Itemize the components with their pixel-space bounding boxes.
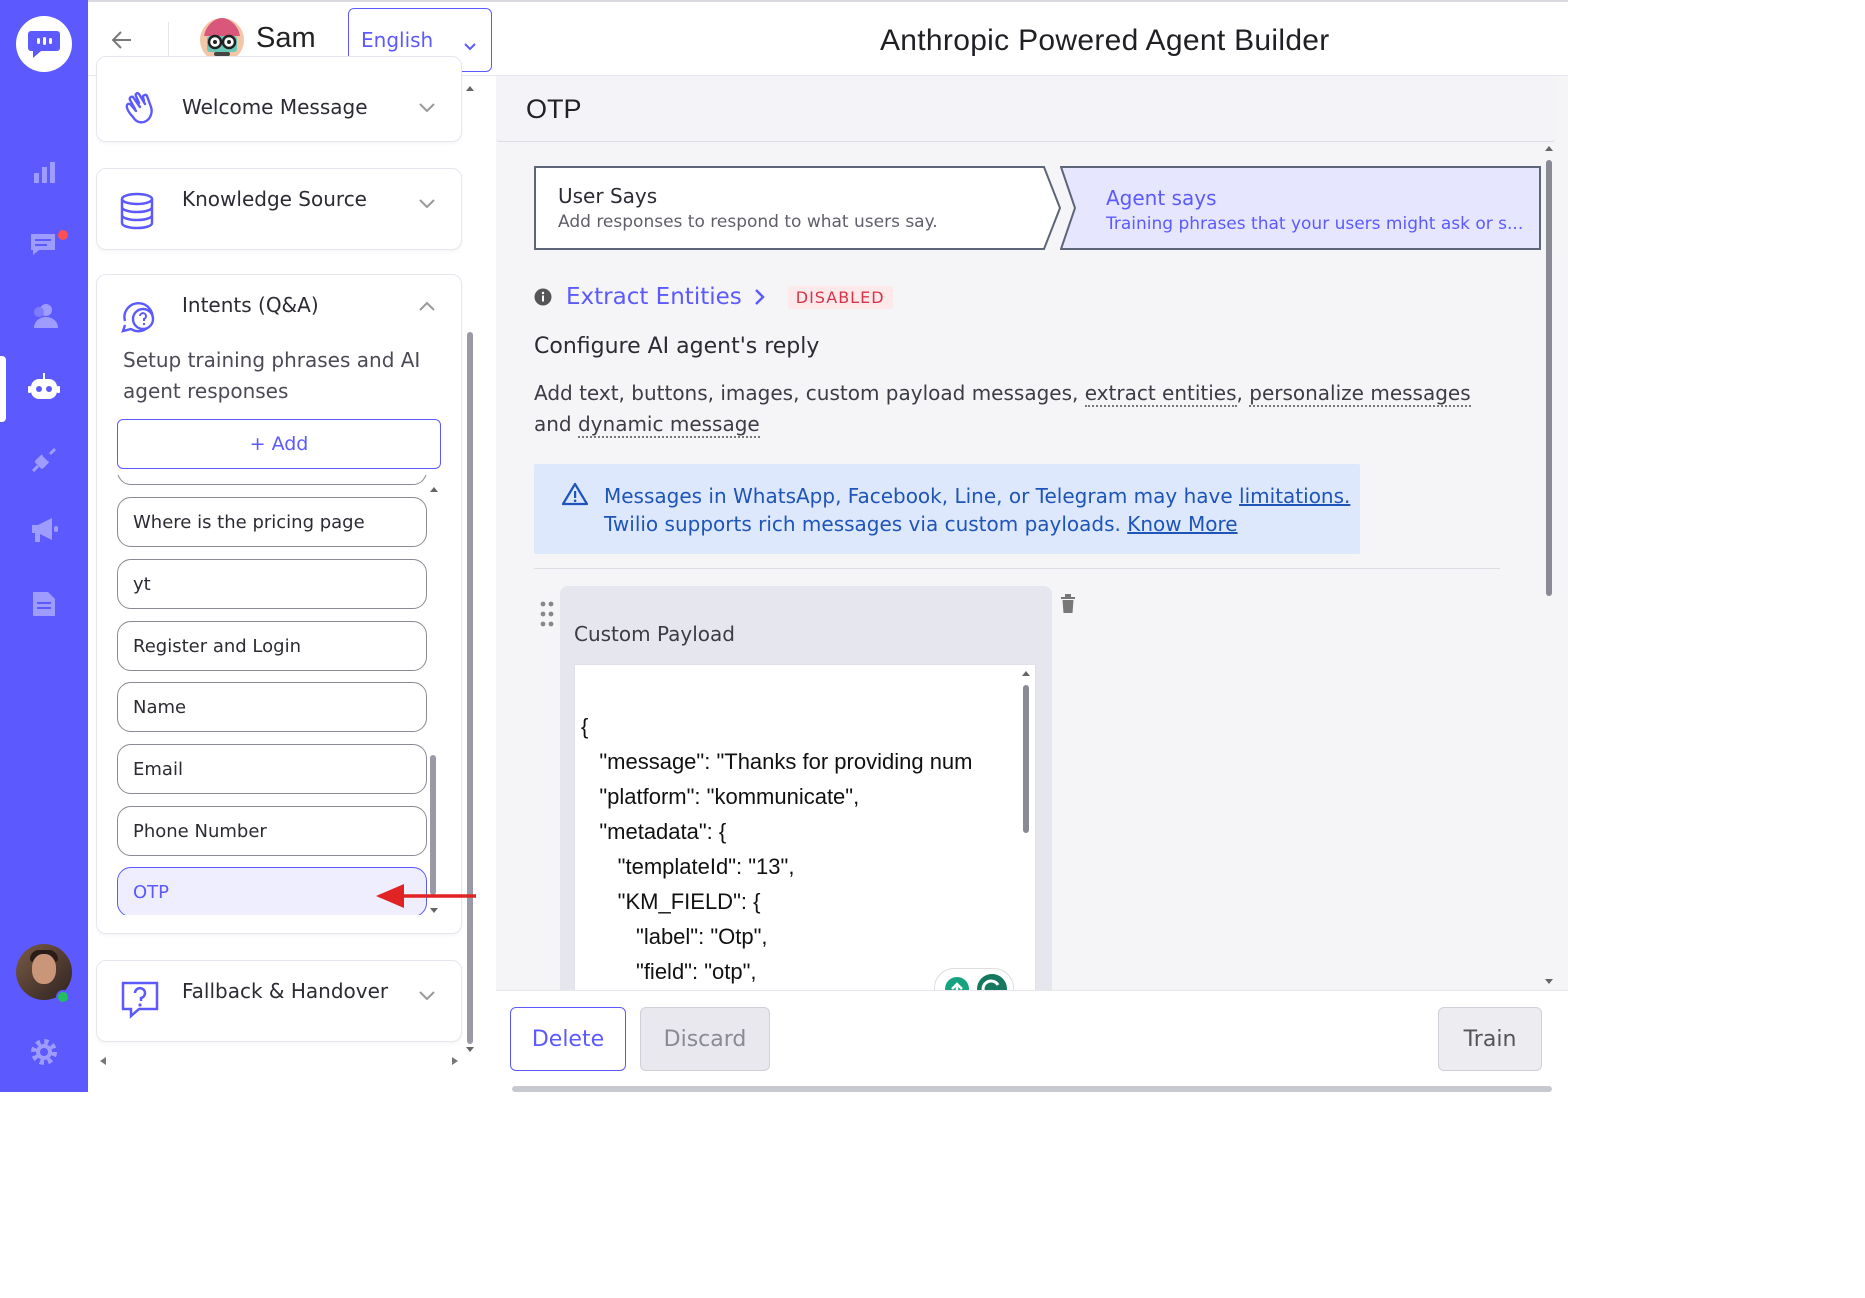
intent-item[interactable]: yt bbox=[117, 559, 427, 609]
extract-entities-help-link[interactable]: extract entities bbox=[1084, 381, 1237, 407]
language-value: English bbox=[361, 28, 434, 52]
analytics-icon[interactable] bbox=[28, 156, 60, 188]
annotation-arrow-icon bbox=[376, 884, 476, 908]
reply-sep: and bbox=[534, 412, 578, 436]
chevron-down-icon[interactable] bbox=[417, 987, 437, 1007]
chevron-down-icon[interactable] bbox=[417, 99, 437, 119]
custom-payload-label: Custom Payload bbox=[574, 622, 735, 646]
campaigns-icon[interactable] bbox=[28, 514, 60, 546]
horizontal-scrollbar[interactable] bbox=[512, 1086, 1552, 1092]
drag-handle-icon[interactable] bbox=[540, 600, 554, 634]
intent-editor: OTP User Says Add responses to respond t… bbox=[496, 76, 1568, 1092]
wave-hand-icon bbox=[119, 87, 163, 131]
back-arrow-icon[interactable] bbox=[108, 26, 136, 54]
reply-description: Add text, buttons, images, custom payloa… bbox=[534, 378, 1494, 440]
chevron-down-icon bbox=[463, 33, 477, 57]
tab-user-says[interactable]: User Says Add responses to respond to wh… bbox=[534, 166, 1062, 250]
bot-icon[interactable] bbox=[28, 372, 60, 404]
active-nav-indicator bbox=[0, 356, 6, 422]
help-chat-icon bbox=[119, 979, 163, 1023]
info-icon bbox=[534, 288, 552, 306]
extract-entities-link[interactable]: Extract Entities bbox=[566, 284, 742, 310]
tab-user-says-title: User Says bbox=[558, 184, 658, 208]
editor-scrollbar[interactable] bbox=[1542, 144, 1556, 994]
fallback-title: Fallback & Handover bbox=[182, 979, 389, 1003]
intent-item-partial[interactable] bbox=[117, 475, 427, 485]
intent-list-scrollbar[interactable] bbox=[429, 485, 438, 915]
question-chat-icon bbox=[119, 295, 163, 339]
dynamic-message-link[interactable]: dynamic message bbox=[577, 412, 760, 438]
notice-line-2: Twilio supports rich messages via custom… bbox=[604, 512, 1128, 536]
welcome-message-title: Welcome Message bbox=[182, 95, 368, 119]
delete-button[interactable]: Delete bbox=[510, 1007, 626, 1071]
scrollbar-thumb[interactable] bbox=[430, 755, 436, 895]
tab-agent-says[interactable]: Agent says Training phrases that your us… bbox=[1060, 166, 1542, 250]
integrations-icon[interactable] bbox=[28, 444, 60, 476]
welcome-message-card[interactable]: Welcome Message bbox=[96, 56, 462, 142]
platform-notice: Messages in WhatsApp, Facebook, Line, or… bbox=[534, 464, 1360, 554]
intents-title: Intents (Q&A) bbox=[182, 293, 319, 317]
editor-footer: Delete Discard Train bbox=[496, 990, 1568, 1092]
scroll-left-arrow-icon[interactable] bbox=[98, 1056, 108, 1066]
online-status-dot bbox=[56, 990, 70, 1004]
reply-text: Add text, buttons, images, custom payloa… bbox=[534, 381, 1085, 405]
bot-name: Sam bbox=[256, 22, 316, 54]
extract-entities-row: Extract Entities DISABLED bbox=[534, 282, 893, 312]
intent-list: Where is the pricing page yt Register an… bbox=[117, 475, 441, 915]
page-title: Anthropic Powered Agent Builder bbox=[880, 24, 1330, 57]
payload-code: { "message": "Thanks for providing num "… bbox=[581, 714, 973, 984]
settings-icon[interactable] bbox=[28, 1036, 60, 1068]
knowledge-source-card[interactable]: Knowledge Source bbox=[96, 168, 462, 250]
notice-line-1: Messages in WhatsApp, Facebook, Line, or… bbox=[604, 484, 1240, 508]
notification-dot bbox=[58, 230, 68, 240]
intents-description: Setup training phrases and AI agent resp… bbox=[123, 348, 421, 403]
warning-icon bbox=[562, 482, 588, 506]
train-button[interactable]: Train bbox=[1438, 1007, 1542, 1071]
knowledge-source-title: Knowledge Source bbox=[182, 187, 367, 211]
chevron-down-icon[interactable] bbox=[417, 195, 437, 215]
editor-header: OTP bbox=[496, 76, 1556, 142]
chevron-up-icon[interactable] bbox=[417, 297, 437, 317]
reply-sep: , bbox=[1236, 381, 1250, 405]
scrollbar-thumb[interactable] bbox=[1023, 685, 1029, 833]
scrollbar-thumb[interactable] bbox=[467, 332, 473, 1044]
sections-scrollbar[interactable] bbox=[464, 84, 476, 1056]
intent-title: OTP bbox=[526, 94, 582, 124]
users-icon[interactable] bbox=[28, 300, 60, 332]
reply-heading: Configure AI agent's reply bbox=[534, 334, 820, 359]
sections-panel: Welcome Message Knowledge Source Intents… bbox=[88, 56, 496, 1092]
know-more-link[interactable]: Know More bbox=[1127, 512, 1237, 536]
delete-icon[interactable] bbox=[1060, 594, 1076, 618]
header-divider bbox=[168, 22, 169, 60]
add-intent-button[interactable]: + Add bbox=[117, 419, 441, 469]
step-tabs: User Says Add responses to respond to wh… bbox=[534, 166, 1542, 250]
chevron-right-icon[interactable] bbox=[754, 288, 766, 306]
fallback-handover-card[interactable]: Fallback & Handover bbox=[96, 960, 462, 1042]
nav-rail bbox=[0, 0, 88, 1092]
limitations-link[interactable]: limitations. bbox=[1239, 484, 1350, 508]
reports-icon[interactable] bbox=[28, 588, 60, 620]
scroll-right-arrow-icon[interactable] bbox=[450, 1056, 460, 1066]
intent-item[interactable]: Name bbox=[117, 682, 427, 732]
tab-user-says-subtitle: Add responses to respond to what users s… bbox=[558, 212, 938, 232]
intents-card: Intents (Q&A) Setup training phrases and… bbox=[96, 274, 462, 934]
conversations-icon[interactable] bbox=[28, 228, 60, 260]
intent-item[interactable]: Where is the pricing page bbox=[117, 497, 427, 547]
tab-agent-says-subtitle: Training phrases that your users might a… bbox=[1106, 214, 1524, 234]
personalize-messages-link[interactable]: personalize messages bbox=[1249, 381, 1471, 407]
notice-text: Messages in WhatsApp, Facebook, Line, or… bbox=[604, 482, 1350, 538]
intent-item[interactable]: Phone Number bbox=[117, 806, 427, 856]
database-icon bbox=[119, 191, 163, 235]
intent-item[interactable]: Register and Login bbox=[117, 621, 427, 671]
app-root: Sam English Anthropic Powered Agent Buil… bbox=[0, 0, 1568, 1092]
discard-button[interactable]: Discard bbox=[640, 1007, 770, 1071]
section-divider bbox=[534, 568, 1500, 569]
tab-agent-says-title: Agent says bbox=[1106, 186, 1217, 210]
logo-chat-icon[interactable] bbox=[16, 16, 72, 72]
avatar-face bbox=[32, 954, 56, 984]
scrollbar-thumb[interactable] bbox=[1546, 160, 1552, 596]
status-badge: DISABLED bbox=[787, 285, 893, 309]
intent-item[interactable]: Email bbox=[117, 744, 427, 794]
